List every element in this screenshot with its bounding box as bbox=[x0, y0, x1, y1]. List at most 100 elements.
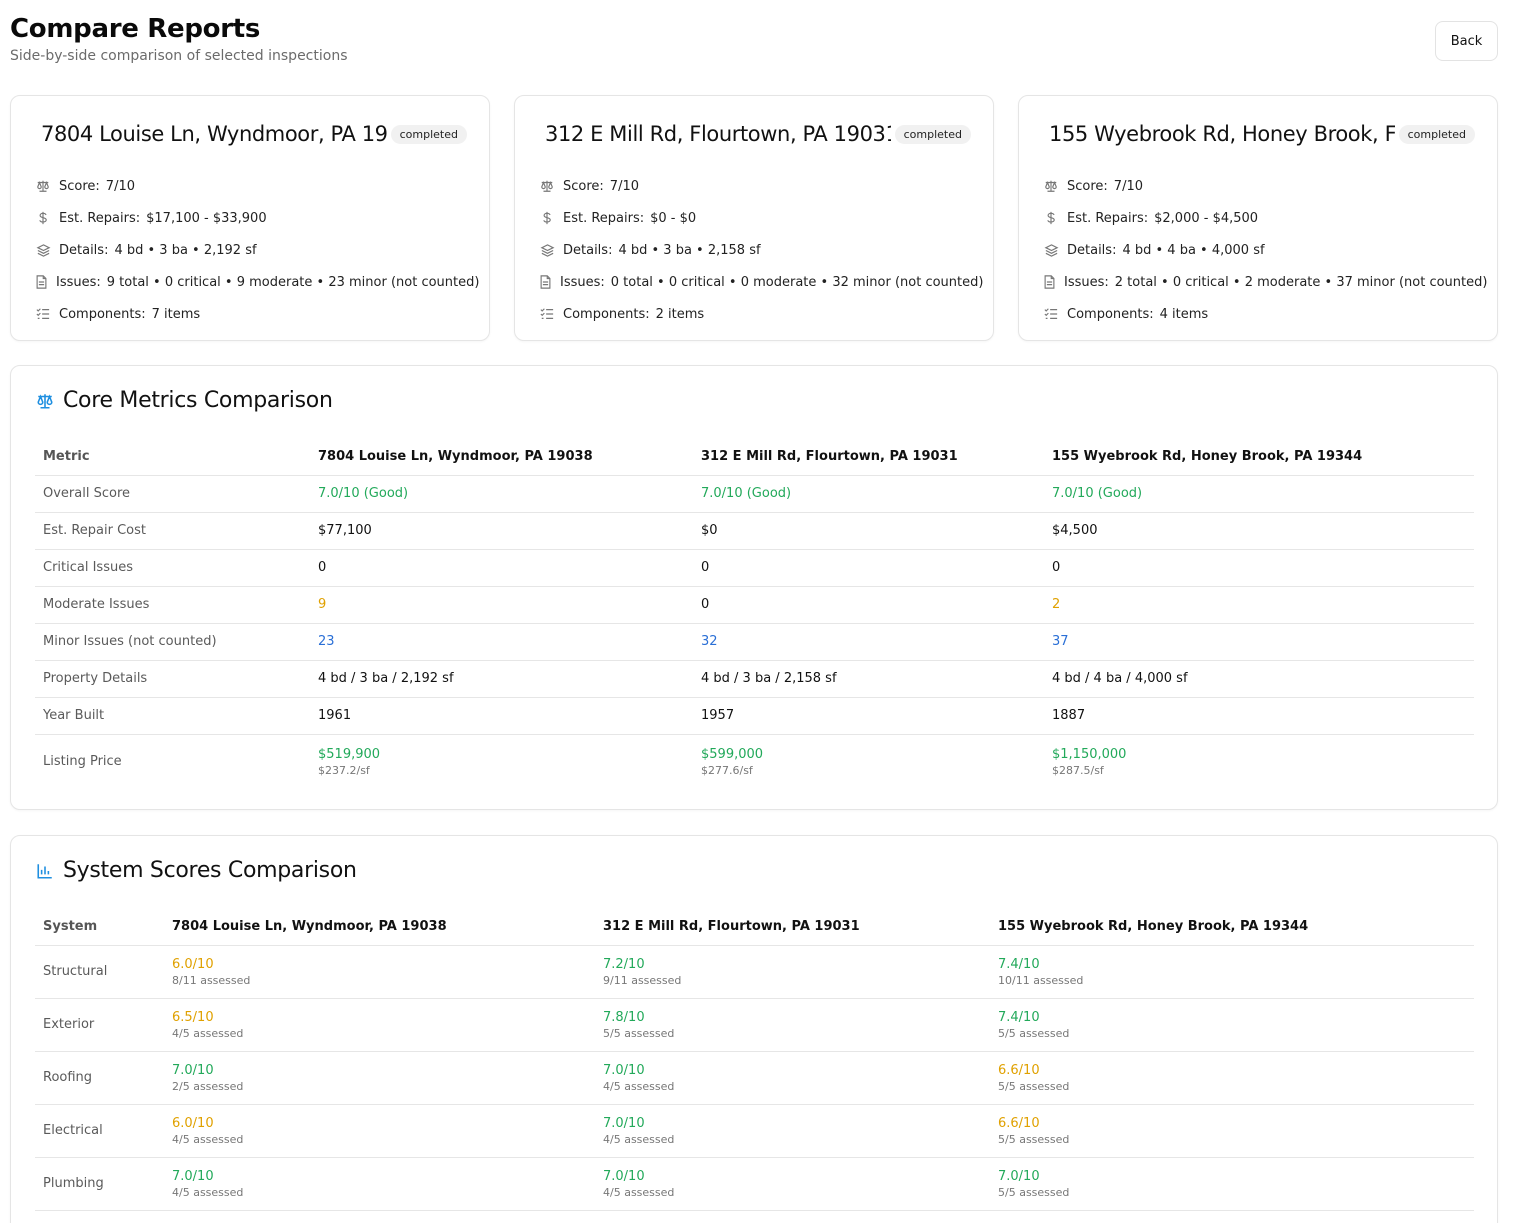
system-score: 7.0/10 bbox=[603, 1062, 645, 1078]
assessed-count: 9/11 assessed bbox=[603, 973, 682, 987]
checklist-icon bbox=[539, 306, 555, 322]
core-metrics-card: Core Metrics Comparison Metric 7804 Loui… bbox=[10, 365, 1498, 810]
components-label: Components: bbox=[59, 306, 146, 322]
table-cell: 6.6/10 5/5 assessed bbox=[990, 1051, 1474, 1105]
row-label: Est. Repair Cost bbox=[35, 512, 310, 550]
table-cell: 7.0/10 2/5 assessed bbox=[164, 1051, 595, 1105]
table-row: Listing Price $519,900 $237.2/sf $599,000… bbox=[35, 734, 1474, 789]
table-row: Structural 6.0/10 8/11 assessed 7.2/10 9/1… bbox=[35, 945, 1474, 999]
row-label: Moderate Issues bbox=[35, 586, 310, 624]
column-header: 7804 Louise Ln, Wyndmoor, PA 19038 bbox=[164, 909, 595, 946]
system-score: 7.0/10 bbox=[172, 1062, 214, 1078]
table-cell: 7.0/10 4/5 assessed bbox=[595, 1051, 990, 1105]
table-header-row: Metric 7804 Louise Ln, Wyndmoor, PA 1903… bbox=[35, 439, 1474, 476]
table-row: Plumbing 7.0/10 4/5 assessed 7.0/10 4/5 as… bbox=[35, 1157, 1474, 1211]
listing-price: $1,150,000 bbox=[1052, 746, 1127, 762]
details-label: Details: bbox=[1067, 242, 1117, 258]
components-label: Components: bbox=[1067, 306, 1154, 322]
table-row: Est. Repair Cost $77,100 $0 $4,500 bbox=[35, 512, 1474, 550]
page-subtitle: Side-by-side comparison of selected insp… bbox=[10, 48, 348, 64]
assessed-count: 5/5 assessed bbox=[998, 1132, 1070, 1146]
score-label: Score: bbox=[1067, 178, 1108, 194]
table-cell: 4 bd / 3 ba / 2,192 sf bbox=[310, 660, 693, 698]
table-cell: 6.0/10 8/11 assessed bbox=[164, 945, 595, 999]
system-score: 7.0/10 bbox=[603, 1168, 645, 1184]
table-cell: 7.4/10 10/11 assessed bbox=[990, 945, 1474, 999]
table-row: Property Details 4 bd / 3 ba / 2,192 sf 4 … bbox=[35, 660, 1474, 698]
table-cell: $599,000 $277.6/sf bbox=[693, 734, 1044, 789]
table-cell: 4 bd / 4 ba / 4,000 sf bbox=[1044, 660, 1474, 698]
system-scores-table: System 7804 Louise Ln, Wyndmoor, PA 1903… bbox=[35, 909, 1474, 1211]
table-cell: 2 bbox=[1044, 586, 1474, 624]
dollar-icon bbox=[35, 210, 51, 226]
system-score: 6.5/10 bbox=[172, 1009, 214, 1025]
components-value: 2 items bbox=[655, 306, 705, 322]
bar-chart-icon bbox=[35, 861, 55, 881]
scale-icon bbox=[35, 391, 55, 411]
system-score: 6.0/10 bbox=[172, 1115, 214, 1131]
table-cell: 9 bbox=[310, 586, 693, 624]
details-value: 4 bd • 4 ba • 4,000 sf bbox=[1122, 242, 1265, 258]
system-score: 7.0/10 bbox=[998, 1168, 1040, 1184]
repairs-value: $17,100 - $33,900 bbox=[146, 210, 267, 226]
document-icon bbox=[35, 274, 48, 290]
score-value: 7/10 bbox=[105, 178, 135, 194]
system-score: 6.6/10 bbox=[998, 1115, 1040, 1131]
table-cell: $77,100 bbox=[310, 512, 693, 550]
status-badge: completed bbox=[1398, 124, 1475, 144]
components-label: Components: bbox=[563, 306, 650, 322]
assessed-count: 4/5 assessed bbox=[603, 1132, 675, 1146]
components-value: 7 items bbox=[151, 306, 201, 322]
assessed-count: 4/5 assessed bbox=[172, 1185, 244, 1199]
page-header: Compare Reports Side-by-side comparison … bbox=[10, 14, 348, 64]
assessed-count: 4/5 assessed bbox=[172, 1026, 244, 1040]
row-label: Year Built bbox=[35, 697, 310, 735]
page-title: Compare Reports bbox=[10, 14, 261, 44]
table-row: Electrical 6.0/10 4/5 assessed 7.0/10 4/5 … bbox=[35, 1104, 1474, 1158]
row-label: Critical Issues bbox=[35, 549, 310, 587]
table-cell: 7.0/10 (Good) bbox=[693, 475, 1044, 513]
assessed-count: 4/5 assessed bbox=[603, 1185, 675, 1199]
details-value: 4 bd • 3 ba • 2,158 sf bbox=[618, 242, 761, 258]
listing-price: $599,000 bbox=[701, 746, 764, 762]
column-header: 7804 Louise Ln, Wyndmoor, PA 19038 bbox=[310, 439, 693, 476]
table-cell: 7.0/10 4/5 assessed bbox=[595, 1157, 990, 1211]
score-label: Score: bbox=[563, 178, 604, 194]
table-cell: 7.0/10 (Good) bbox=[310, 475, 693, 513]
assessed-count: 4/5 assessed bbox=[172, 1132, 244, 1146]
column-header: 312 E Mill Rd, Flourtown, PA 19031 bbox=[693, 439, 1044, 476]
back-button[interactable]: Back bbox=[1435, 21, 1498, 61]
listing-price: $519,900 bbox=[318, 746, 381, 762]
issues-label: Issues: bbox=[56, 274, 101, 290]
row-label: Structural bbox=[35, 945, 164, 999]
document-icon bbox=[1043, 274, 1056, 290]
row-label: Listing Price bbox=[43, 754, 122, 770]
assessed-count: 2/5 assessed bbox=[172, 1079, 244, 1093]
row-label: Property Details bbox=[35, 660, 310, 698]
issues-label: Issues: bbox=[560, 274, 605, 290]
table-cell: 6.0/10 4/5 assessed bbox=[164, 1104, 595, 1158]
score-value: 7/10 bbox=[1113, 178, 1143, 194]
property-card-title: 312 E Mill Rd, Flourtown, PA 19031 bbox=[545, 122, 891, 146]
property-card: 155 Wyebrook Rd, Honey Brook, F complete… bbox=[1018, 95, 1498, 341]
layers-icon bbox=[1043, 242, 1059, 258]
checklist-icon bbox=[35, 306, 51, 322]
section-title: System Scores Comparison bbox=[63, 858, 357, 883]
status-badge: completed bbox=[390, 124, 467, 144]
table-cell: 1957 bbox=[693, 697, 1044, 735]
score-value: 7/10 bbox=[609, 178, 639, 194]
issues-value: 9 total • 0 critical • 9 moderate • 23 m… bbox=[106, 274, 480, 290]
repairs-label: Est. Repairs: bbox=[59, 210, 141, 226]
table-row: Roofing 7.0/10 2/5 assessed 7.0/10 4/5 ass… bbox=[35, 1051, 1474, 1105]
property-card: 7804 Louise Ln, Wyndmoor, PA 19 complete… bbox=[10, 95, 490, 341]
core-metrics-table: Metric 7804 Louise Ln, Wyndmoor, PA 1903… bbox=[35, 439, 1474, 789]
table-cell: 7.0/10 4/5 assessed bbox=[595, 1104, 990, 1158]
price-per-sf: $287.5/sf bbox=[1052, 763, 1104, 777]
table-cell: $4,500 bbox=[1044, 512, 1474, 550]
system-scores-card: System Scores Comparison System 7804 Lou… bbox=[10, 835, 1498, 1223]
column-header: 155 Wyebrook Rd, Honey Brook, PA 19344 bbox=[1044, 439, 1474, 476]
table-cell: 0 bbox=[693, 549, 1044, 587]
table-row: Minor Issues (not counted) 23 32 37 bbox=[35, 623, 1474, 661]
issues-label: Issues: bbox=[1064, 274, 1109, 290]
system-score: 7.8/10 bbox=[603, 1009, 645, 1025]
